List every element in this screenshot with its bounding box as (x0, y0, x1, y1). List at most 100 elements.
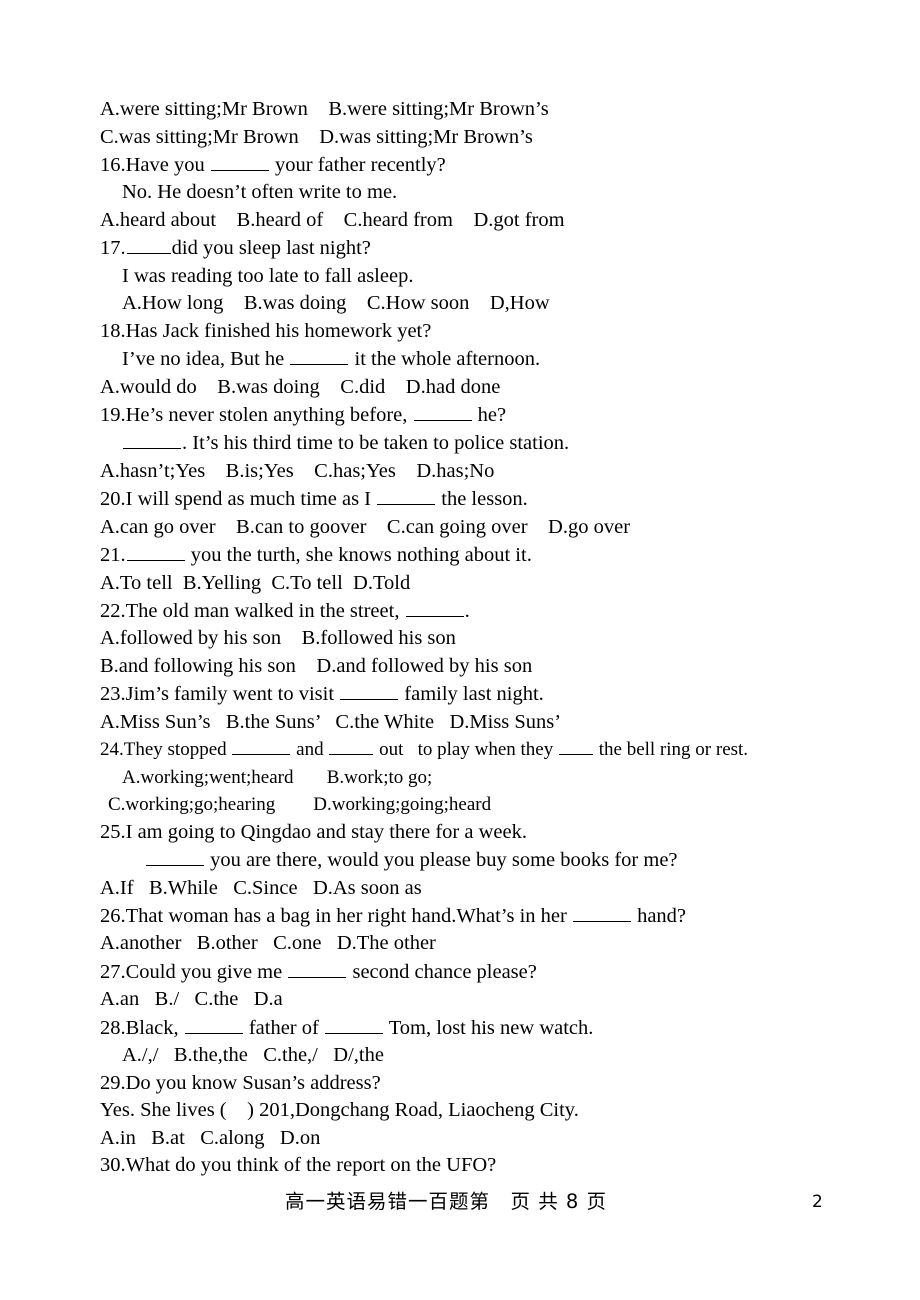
text-run: 23.Jim’s family went to visit (100, 683, 340, 706)
text-run: you the turth, she knows nothing about i… (185, 544, 532, 567)
text-run: father of (243, 1016, 324, 1039)
text-line: 30.What do you think of the report on th… (100, 1152, 890, 1180)
text-run: . It’s his third time to be taken to pol… (182, 432, 570, 455)
text-run: 17. (100, 237, 126, 260)
text-run: 16.Have you (100, 153, 210, 176)
answer-blank (572, 902, 631, 922)
text-line: A.were sitting;Mr Brown B.were sitting;M… (100, 96, 890, 124)
text-run: A./,/ B.the,the C.the,/ D/,the (122, 1044, 384, 1067)
text-run: it the whole afternoon. (349, 348, 541, 371)
text-run: A.would do B.was doing C.did D.had done (100, 375, 501, 398)
answer-blank (558, 737, 593, 756)
text-run: did you sleep last night? (171, 237, 371, 260)
text-run: 19.He’s never stolen anything before, (100, 403, 413, 426)
text-run: C.was sitting;Mr Brown D.was sitting;Mr … (100, 125, 533, 148)
answer-blank (126, 234, 171, 255)
text-run: 18.Has Jack finished his homework yet? (100, 319, 432, 342)
text-run: C.working;go;hearing D.working;going;hea… (108, 794, 492, 816)
answer-blank (126, 541, 185, 562)
text-line: A.in B.at C.along D.on (100, 1125, 890, 1153)
text-run: I was reading too late to fall asleep. (122, 264, 414, 287)
text-run: 22.The old man walked in the street, (100, 599, 405, 622)
text-run: the bell ring or rest. (593, 739, 749, 761)
text-run: 27.Could you give me (100, 960, 288, 983)
text-run: family last night. (399, 683, 544, 706)
answer-blank (184, 1014, 243, 1034)
text-line: 25.I am going to Qingdao and stay there … (100, 819, 890, 847)
text-run: the lesson. (436, 488, 528, 511)
text-line: 24.They stopped and out to play when the… (100, 736, 890, 764)
text-line: 23.Jim’s family went to visit family las… (100, 680, 890, 708)
text-line: A.working;went;heard B.work;to go; (100, 764, 890, 792)
text-run: 21. (100, 544, 126, 567)
text-line: 19.He’s never stolen anything before, he… (100, 401, 890, 429)
text-run: 29.Do you know Susan’s address? (100, 1071, 381, 1094)
answer-blank (210, 151, 269, 171)
text-run: A.Miss Sun’s B.the Suns’ C.the White D.M… (100, 710, 562, 733)
text-line: C.working;go;hearing D.working;going;hea… (100, 791, 890, 819)
text-line: C.was sitting;Mr Brown D.was sitting;Mr … (100, 124, 890, 152)
text-line: 27.Could you give me second chance pleas… (100, 958, 890, 986)
text-run: A.an B./ C.the D.a (100, 988, 283, 1011)
text-line: 22.The old man walked in the street, . (100, 597, 890, 625)
text-line: . It’s his third time to be taken to pol… (100, 429, 890, 457)
text-line: A.How long B.was doing C.How soon D,How (100, 290, 890, 318)
text-line: 17. did you sleep last night? (100, 234, 890, 262)
text-run: A.How long B.was doing C.How soon D,How (122, 292, 550, 315)
text-line: A.another B.other C.one D.The other (100, 930, 890, 958)
exam-questions-body: A.were sitting;Mr Brown B.were sitting;M… (100, 96, 890, 1180)
text-line: A.Miss Sun’s B.the Suns’ C.the White D.M… (100, 709, 890, 737)
text-run: . (464, 599, 470, 622)
text-run: A.followed by his son B.followed his son (100, 627, 456, 650)
answer-blank (123, 429, 181, 450)
text-line: 29.Do you know Susan’s address? (100, 1070, 890, 1098)
text-run: No. He doesn’t often write to me. (122, 181, 398, 204)
text-run: I’ve no idea, But he (122, 348, 290, 371)
text-run: your father recently? (269, 153, 446, 176)
text-run: 25.I am going to Qingdao and stay there … (100, 820, 527, 843)
text-run: A.To tell B.Yelling C.To tell D.Told (100, 571, 411, 594)
text-run: A.in B.at C.along D.on (100, 1126, 321, 1149)
answer-blank (329, 737, 374, 756)
text-run: A.hasn’t;Yes B.is;Yes C.has;Yes D.has;No (100, 459, 495, 482)
answer-blank (340, 680, 399, 701)
text-run: Tom, lost his new watch. (383, 1016, 594, 1039)
document-page: A.were sitting;Mr Brown B.were sitting;M… (0, 0, 920, 1300)
text-line: A.would do B.was doing C.did D.had done (100, 374, 890, 402)
text-run: and (291, 739, 329, 761)
text-run: second chance please? (347, 960, 537, 983)
text-line: 26.That woman has a bag in her right han… (100, 902, 890, 930)
text-run: 20.I will spend as much time as I (100, 488, 377, 511)
page-footer: 高一英语易错一百题第 页 共 8 页 2 (0, 1188, 920, 1228)
answer-blank (290, 345, 349, 366)
footer-center-text: 高一英语易错一百题第 页 共 8 页 (285, 1190, 608, 1213)
text-run: A.heard about B.heard of C.heard from D.… (100, 208, 565, 231)
text-line: I’ve no idea, But he it the whole aftern… (100, 345, 890, 373)
text-run: out to play when they (374, 739, 558, 761)
page-number: 2 (812, 1192, 823, 1212)
text-line: A.heard about B.heard of C.heard from D.… (100, 207, 890, 235)
text-run: you are there, would you please buy some… (205, 849, 678, 872)
answer-blank (288, 958, 347, 978)
text-line: No. He doesn’t often write to me. (100, 179, 890, 207)
text-run: 24.They stopped (100, 739, 232, 761)
answer-blank (413, 401, 472, 421)
text-line: A.followed by his son B.followed his son (100, 625, 890, 653)
answer-blank (146, 846, 204, 867)
text-line: you are there, would you please buy some… (100, 846, 890, 874)
text-line: 20.I will spend as much time as I the le… (100, 485, 890, 513)
text-run: he? (472, 403, 507, 426)
text-line: 21. you the turth, she knows nothing abo… (100, 541, 890, 569)
answer-blank (324, 1014, 383, 1034)
text-line: Yes. She lives ( ) 201,Dongchang Road, L… (100, 1097, 890, 1125)
text-line: A.an B./ C.the D.a (100, 986, 890, 1014)
text-run: 28.Black, (100, 1016, 184, 1039)
text-run: Yes. She lives ( ) 201,Dongchang Road, L… (100, 1099, 579, 1122)
text-run: A.If B.While C.Since D.As soon as (100, 876, 422, 899)
text-line: A.hasn’t;Yes B.is;Yes C.has;Yes D.has;No (100, 458, 890, 486)
text-run: 30.What do you think of the report on th… (100, 1154, 497, 1177)
text-line: A./,/ B.the,the C.the,/ D/,the (100, 1042, 890, 1070)
text-line: B.and following his son D.and followed b… (100, 653, 890, 681)
answer-blank (232, 737, 291, 756)
text-run: A.another B.other C.one D.The other (100, 932, 436, 955)
